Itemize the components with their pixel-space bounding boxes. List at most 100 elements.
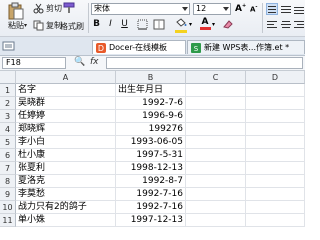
cell-name[interactable]: 单小姝: [16, 214, 116, 227]
cell-name[interactable]: 任婷婷: [16, 110, 116, 123]
align-top-button[interactable]: [266, 3, 278, 15]
grow-font-icon[interactable]: A+: [235, 3, 246, 14]
column-header-a[interactable]: A: [16, 71, 116, 84]
paste-button[interactable]: 粘贴: [2, 2, 30, 34]
underline-button[interactable]: U: [119, 18, 130, 31]
tab-docer-templates[interactable]: D Docer-在线模板: [92, 40, 186, 54]
italic-button[interactable]: I: [105, 18, 116, 31]
cell-name[interactable]: 张夏利: [16, 162, 116, 175]
cell-empty[interactable]: [186, 175, 246, 188]
row-header[interactable]: 9: [0, 188, 16, 201]
cell-empty[interactable]: [246, 123, 305, 136]
font-name-select[interactable]: 宋体: [91, 3, 190, 15]
align-left-button[interactable]: [266, 19, 278, 31]
cell-name[interactable]: 夏洛克: [16, 175, 116, 188]
cell-empty[interactable]: [186, 214, 246, 227]
formula-bar: F18 🔍 fx: [0, 56, 305, 71]
chevron-down-icon[interactable]: ▾: [212, 21, 215, 28]
tab-list-icon[interactable]: [2, 40, 16, 52]
format-painter-icon: [63, 2, 75, 13]
copy-icon: [33, 20, 44, 30]
cell-name[interactable]: 吴晓群: [16, 97, 116, 110]
cell-empty[interactable]: [186, 110, 246, 123]
name-box[interactable]: F18: [2, 57, 66, 69]
document-tab-strip: D Docer-在线模板 S 新建 WPS表...作簿.et *: [0, 37, 305, 56]
font-color-button[interactable]: A: [199, 17, 211, 31]
cut-button[interactable]: 剪切: [33, 2, 62, 14]
cut-label: 剪切: [46, 3, 62, 13]
cell-birthdate[interactable]: 1997-12-13: [116, 214, 186, 227]
zoom-icon[interactable]: 🔍: [74, 57, 85, 67]
cell-birthdate[interactable]: 1992-7-16: [116, 201, 186, 214]
cell-empty[interactable]: [186, 149, 246, 162]
row-header[interactable]: 6: [0, 149, 16, 162]
cell-birthdate[interactable]: 1992-7-16: [116, 188, 186, 201]
fill-color-button[interactable]: [175, 18, 188, 33]
cell-empty[interactable]: [186, 97, 246, 110]
ribbon-toolbar: 粘贴 ▾ 剪切 复制 格式刷 宋体 12 A+ A- B I U ▾ A ▾: [0, 0, 305, 37]
align-middle-button[interactable]: [280, 3, 292, 15]
cell-empty[interactable]: [186, 136, 246, 149]
row-header[interactable]: 1: [0, 84, 16, 97]
column-header-b[interactable]: B: [116, 71, 186, 84]
tab-new-spreadsheet[interactable]: S 新建 WPS表...作簿.et *: [187, 40, 305, 54]
bold-button[interactable]: B: [91, 18, 102, 31]
copy-button[interactable]: 复制: [33, 19, 62, 31]
cell-birthdate[interactable]: 1992-8-7: [116, 175, 186, 188]
cell-name[interactable]: 战力只有2的鸽子: [16, 201, 116, 214]
row-header[interactable]: 7: [0, 162, 16, 175]
fx-button[interactable]: fx: [90, 57, 99, 67]
format-painter-label[interactable]: 格式刷: [60, 21, 84, 32]
cell-birthdate[interactable]: 199276: [116, 123, 186, 136]
cell-empty[interactable]: [246, 214, 305, 227]
cell-empty[interactable]: [246, 97, 305, 110]
border-icon[interactable]: [137, 19, 148, 30]
cell-empty[interactable]: [186, 201, 246, 214]
cell-empty[interactable]: [246, 162, 305, 175]
row-header[interactable]: 5: [0, 136, 16, 149]
cell-birthdate[interactable]: 1992-7-6: [116, 97, 186, 110]
font-size-select[interactable]: 12: [193, 3, 231, 15]
cell-empty[interactable]: [186, 188, 246, 201]
align-right-button[interactable]: [293, 19, 305, 31]
shrink-font-icon[interactable]: A-: [250, 4, 258, 13]
cell-empty[interactable]: [246, 201, 305, 214]
cell-empty[interactable]: [246, 136, 305, 149]
row-header[interactable]: 11: [0, 214, 16, 227]
cell-empty[interactable]: [246, 84, 305, 97]
align-center-button[interactable]: [280, 19, 292, 31]
cell-birthdate[interactable]: 1997-5-31: [116, 149, 186, 162]
row-header[interactable]: 10: [0, 201, 16, 214]
format-painter-button[interactable]: [63, 2, 77, 14]
chevron-down-icon[interactable]: ▾: [189, 21, 192, 28]
cell-empty[interactable]: [246, 110, 305, 123]
cell-empty[interactable]: [246, 188, 305, 201]
cell-birthdate[interactable]: 出生年月日: [116, 84, 186, 97]
select-all-corner[interactable]: [0, 71, 16, 84]
eraser-icon[interactable]: [222, 18, 234, 30]
cell-name[interactable]: 李莫愁: [16, 188, 116, 201]
formula-input[interactable]: [106, 57, 303, 69]
cell-name[interactable]: 郑晓辉: [16, 123, 116, 136]
column-header-d[interactable]: D: [246, 71, 305, 84]
tab-label: 新建 WPS表...作簿.et *: [204, 43, 290, 52]
cell-empty[interactable]: [246, 175, 305, 188]
cell-empty[interactable]: [246, 149, 305, 162]
cell-birthdate[interactable]: 1996-9-6: [116, 110, 186, 123]
cell-name[interactable]: 名字: [16, 84, 116, 97]
cell-birthdate[interactable]: 1993-06-05: [116, 136, 186, 149]
cell-empty[interactable]: [186, 84, 246, 97]
column-header-c[interactable]: C: [186, 71, 246, 84]
merge-cells-icon[interactable]: [153, 19, 165, 30]
cell-empty[interactable]: [186, 123, 246, 136]
align-bottom-button[interactable]: [293, 3, 305, 15]
row-header[interactable]: 2: [0, 97, 16, 110]
cell-name[interactable]: 杜小康: [16, 149, 116, 162]
row-header[interactable]: 8: [0, 175, 16, 188]
row-header[interactable]: 4: [0, 123, 16, 136]
cell-empty[interactable]: [186, 162, 246, 175]
cell-name[interactable]: 李小白: [16, 136, 116, 149]
paste-dropdown-icon[interactable]: ▾: [24, 22, 27, 29]
row-header[interactable]: 3: [0, 110, 16, 123]
cell-birthdate[interactable]: 1998-12-13: [116, 162, 186, 175]
